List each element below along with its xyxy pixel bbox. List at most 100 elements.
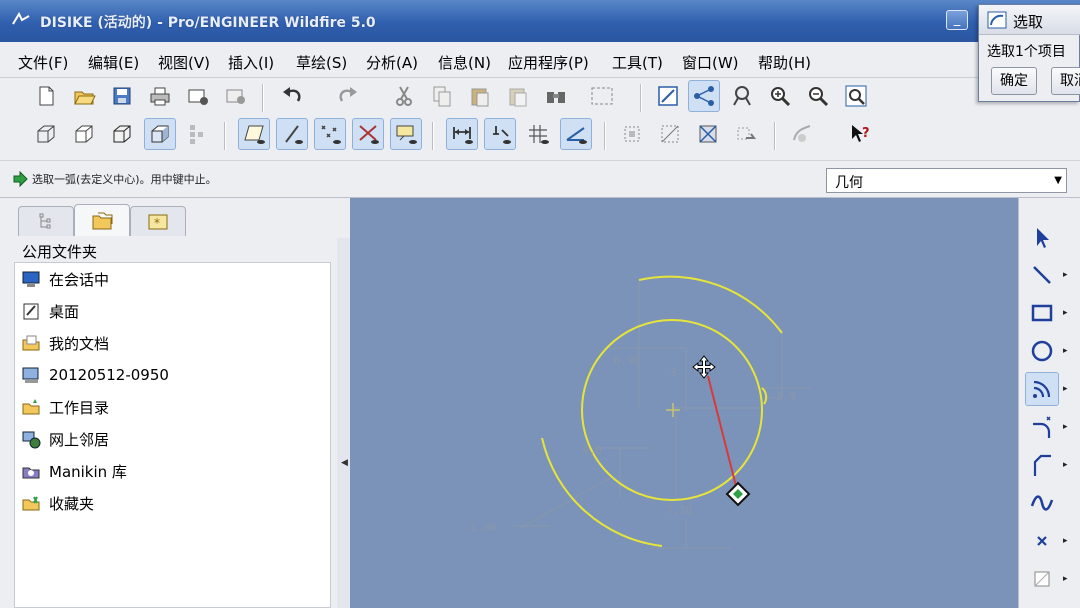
dimension-label[interactable]: 6.98 [614,354,641,367]
rectangle-icon[interactable] [1025,296,1059,330]
datum-point-icon[interactable] [314,118,346,150]
menu-applications[interactable]: 应用程序(P) [508,52,589,73]
menu-edit[interactable]: 编辑(E) [88,52,139,73]
datum-display-icon[interactable] [726,80,758,112]
saved-views-icon[interactable] [184,118,208,150]
list-item[interactable]: 20120512-0950 [21,363,169,387]
menu-view[interactable]: 视图(V) [158,52,210,73]
open-icon[interactable] [68,80,100,112]
point-icon[interactable] [1025,524,1059,558]
save-icon[interactable] [106,80,138,112]
sketch-canvas[interactable]: 6.98 3 4.0 1.80 7.28 5.0 [350,198,1018,608]
circle-icon[interactable] [1025,334,1059,368]
grid-icon[interactable] [522,118,554,150]
offset-flyout-arrow-icon[interactable]: ▸ [1063,574,1068,584]
undo-icon[interactable] [276,80,308,112]
paste-icon[interactable] [464,80,496,112]
datum-axis-icon[interactable] [276,118,308,150]
fillet-icon[interactable] [1025,410,1059,444]
menu-sketch[interactable]: 草绘(S) [296,52,347,73]
constraint-icon[interactable] [484,118,516,150]
tab-model-tree[interactable] [18,206,74,236]
datum-csys-icon[interactable] [352,118,384,150]
section-icon[interactable] [654,118,686,150]
select-arrow-icon[interactable] [1025,220,1059,254]
ok-button[interactable]: 确定 [991,67,1037,95]
list-item[interactable]: 网上邻居 [21,427,109,451]
outer-arc-top[interactable] [638,275,783,334]
chamfer-icon[interactable] [1025,448,1059,482]
minimize-button[interactable]: _ [946,10,968,30]
cancel-button[interactable]: 取消 [1051,67,1080,95]
offset-icon[interactable] [1025,562,1059,596]
mirror-icon[interactable] [730,118,762,150]
list-item[interactable]: 收藏夹 [21,491,94,515]
navigator-splitter[interactable] [337,238,350,608]
email-link-icon[interactable] [220,80,252,112]
no-hidden-icon[interactable] [106,118,138,150]
svg-text:?: ? [862,126,870,141]
email-icon[interactable] [182,80,214,112]
list-item[interactable]: 工作目录 [21,395,109,419]
intersect-icon[interactable] [692,118,724,150]
tab-folder-browser[interactable] [74,204,130,236]
orient-icon[interactable] [616,118,648,150]
menu-window[interactable]: 窗口(W) [682,52,739,73]
fillet-flyout-arrow-icon[interactable]: ▸ [1063,422,1068,432]
zoom-out-icon[interactable] [802,80,834,112]
arc-flyout-arrow-icon[interactable]: ▸ [1063,384,1068,394]
rectangle-flyout-arrow-icon[interactable]: ▸ [1063,308,1068,318]
print-icon[interactable] [144,80,176,112]
shading-icon[interactable] [144,118,176,150]
small-arc-right[interactable] [761,387,768,405]
tab-favorites[interactable]: * [130,206,186,236]
dimension-label[interactable]: 4.0 [582,444,602,457]
chamfer-flyout-arrow-icon[interactable]: ▸ [1063,460,1068,470]
sketch-display-icon[interactable] [688,80,720,112]
find-icon[interactable] [540,80,572,112]
list-item[interactable]: 桌面 [21,299,79,323]
refit-icon[interactable] [840,80,872,112]
model-icon[interactable] [786,118,818,150]
zoom-in-icon[interactable] [764,80,796,112]
dimension-label[interactable]: 1.80 [470,521,497,534]
menu-help[interactable]: 帮助(H) [758,52,811,73]
annotation-icon[interactable] [390,118,422,150]
arc-icon[interactable] [1025,372,1059,406]
datum-plane-icon[interactable] [238,118,270,150]
point-flyout-arrow-icon[interactable]: ▸ [1063,536,1068,546]
paste-special-icon[interactable] [502,80,534,112]
list-item[interactable]: Manikin 库 [21,459,127,483]
dimension-label[interactable]: 3 [670,366,677,379]
line-icon[interactable] [1025,258,1059,292]
redo-icon[interactable] [332,80,364,112]
whats-this-icon[interactable]: ? [844,118,876,150]
menu-info[interactable]: 信息(N) [438,52,491,73]
spline-icon[interactable] [1025,486,1059,520]
sketch-entities[interactable] [541,275,783,547]
hidden-line-icon[interactable] [68,118,100,150]
list-item[interactable]: 在会话中 [21,267,109,291]
dimension-icon[interactable] [446,118,478,150]
copy-icon[interactable] [426,80,458,112]
list-item[interactable]: 我的文档 [21,331,109,355]
menu-analysis[interactable]: 分析(A) [366,52,418,73]
new-icon[interactable] [30,80,62,112]
cut-icon[interactable] [388,80,420,112]
graphics-window[interactable]: 6.98 3 4.0 1.80 7.28 5.0 [350,198,1018,608]
dialog-title-bar[interactable]: 选取 [979,5,1080,35]
splitter-grip-icon[interactable]: ◀ [341,458,348,468]
menu-file[interactable]: 文件(F) [18,52,68,73]
select-box-icon[interactable] [578,80,626,112]
selection-filter-dropdown[interactable]: 几何 ▼ [826,168,1067,193]
circle-flyout-arrow-icon[interactable]: ▸ [1063,346,1068,356]
menu-tools[interactable]: 工具(T) [612,52,663,73]
dimension-label[interactable]: 5.0 [776,390,796,403]
dimension-label[interactable]: 7.28 [666,504,693,517]
sketch-view-icon[interactable] [652,80,684,112]
menu-insert[interactable]: 插入(I) [228,52,274,73]
line-flyout-arrow-icon[interactable]: ▸ [1063,270,1068,280]
outer-arc-bottom[interactable] [541,437,663,547]
wireframe-icon[interactable] [30,118,62,150]
vertex-icon[interactable] [560,118,592,150]
